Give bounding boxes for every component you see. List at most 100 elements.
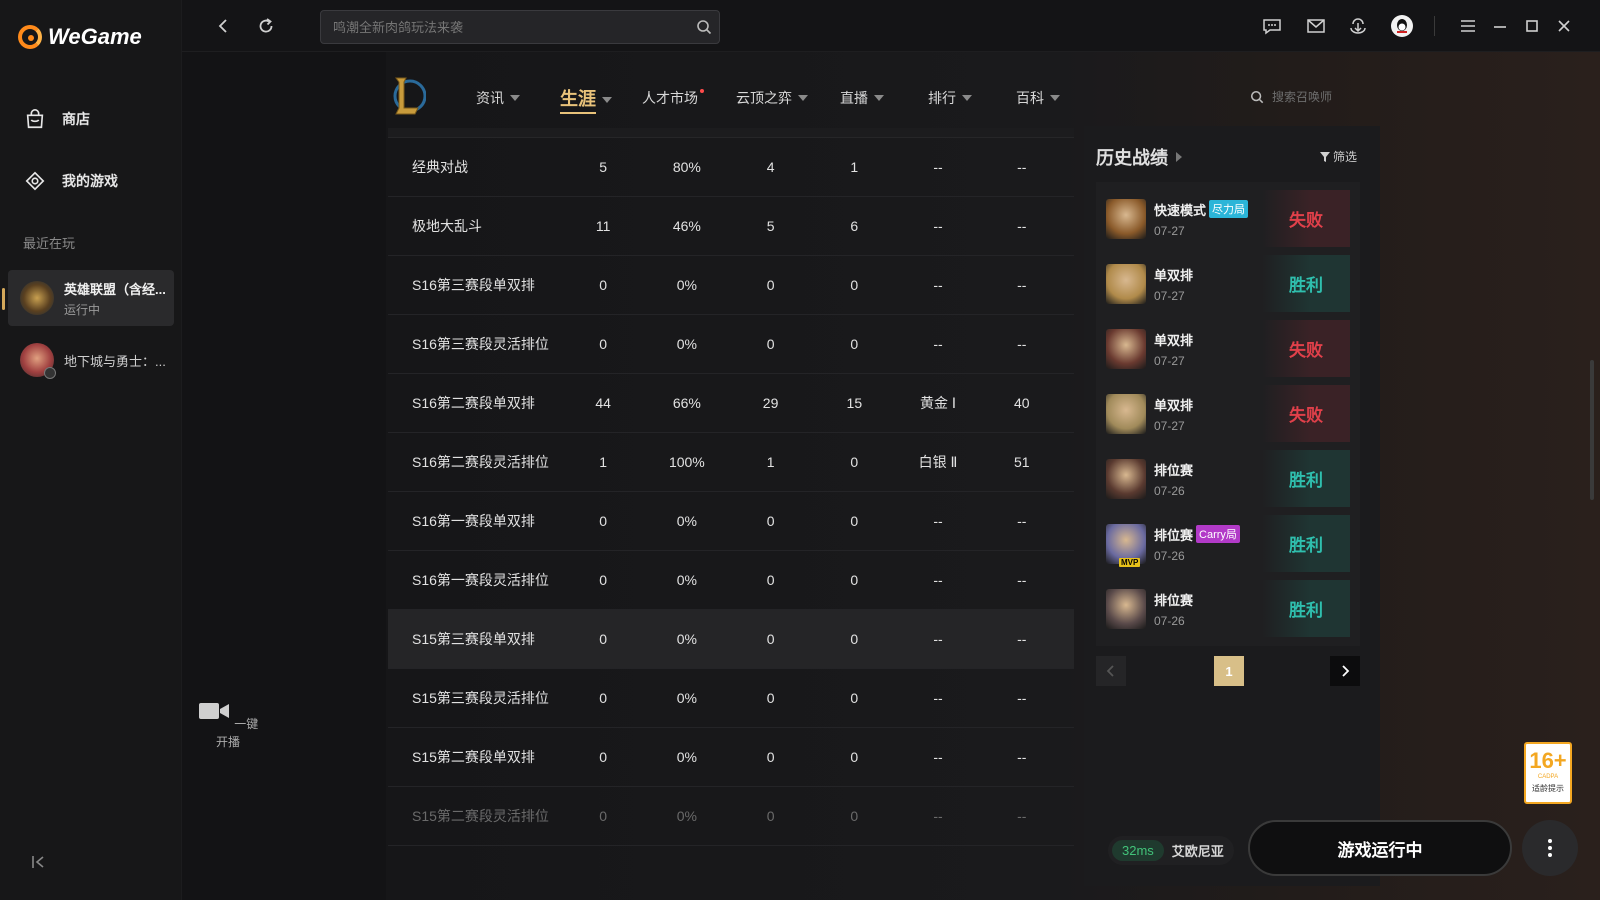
chevron-down-icon: [962, 95, 972, 101]
game-running-button[interactable]: 游戏运行中: [1248, 820, 1512, 876]
row-games: 0: [599, 336, 608, 352]
table-row[interactable]: S15第三赛段单双排 0 0% 0 0 -- --: [388, 610, 1074, 669]
match-date: 07-26: [1154, 613, 1185, 628]
age-rating-badge[interactable]: 16+ CADPA 适龄提示: [1524, 742, 1572, 804]
chevron-down-icon: [602, 96, 612, 103]
match-item[interactable]: 排位赛 07-26 胜利: [1106, 450, 1350, 507]
sidebar-item-my-games[interactable]: 我的游戏: [24, 170, 118, 192]
back-button[interactable]: [210, 12, 238, 40]
match-result: 胜利: [1262, 580, 1350, 637]
minimize-icon: [1494, 26, 1506, 28]
tab-label: 云顶之弈: [736, 90, 792, 106]
match-date: 07-27: [1154, 288, 1185, 303]
match-date: 07-27: [1154, 223, 1185, 238]
row-rank: --: [933, 218, 943, 234]
match-history-panel: 历史战绩 筛选 快速模式 尽力局 07-27 失败 单双排 07-27 胜利 单双排 07-27…: [1084, 126, 1380, 886]
server-status[interactable]: 32ms 艾欧尼亚: [1108, 836, 1234, 865]
downloads-button[interactable]: [1344, 12, 1372, 40]
more-options-button[interactable]: [1522, 820, 1578, 876]
tab-ranking[interactable]: 排行: [928, 88, 972, 108]
one-click-stream-button[interactable]: 一键开播: [192, 700, 264, 751]
match-item[interactable]: 单双排 07-27 失败: [1106, 320, 1350, 377]
match-date: 07-27: [1154, 418, 1185, 433]
summoner-search[interactable]: 搜索召唤师: [1250, 88, 1332, 105]
match-result: 失败: [1262, 385, 1350, 442]
search-icon[interactable]: [696, 19, 712, 35]
row-games: 11: [595, 218, 611, 234]
close-button[interactable]: [1550, 12, 1578, 40]
collapse-sidebar-icon[interactable]: [30, 854, 46, 870]
row-losses: 0: [850, 277, 859, 293]
match-info: 单双排 07-27: [1154, 330, 1193, 368]
sidebar: WeGame 商店 我的游戏 最近在玩 英雄联盟（含经... 运行中 地下城与勇…: [0, 0, 182, 900]
title-bar: [182, 0, 1600, 52]
tab-news[interactable]: 资讯: [476, 88, 520, 108]
prev-page-button[interactable]: [1096, 656, 1126, 686]
row-points: --: [1017, 572, 1027, 588]
lol-logo-icon[interactable]: [390, 74, 426, 116]
tab-tft[interactable]: 云顶之弈: [736, 88, 808, 108]
table-row[interactable]: S16第二赛段单双排 44 66% 29 15 黄金 Ⅰ 40: [388, 374, 1074, 433]
match-item[interactable]: 快速模式 尽力局 07-27 失败: [1106, 190, 1350, 247]
chevron-down-icon: [510, 95, 520, 101]
filter-label: 筛选: [1333, 150, 1358, 164]
match-item[interactable]: 单双排 07-27 失败: [1106, 385, 1350, 442]
messages-button[interactable]: [1258, 12, 1286, 40]
table-row[interactable]: S16第一赛段单双排 0 0% 0 0 -- --: [388, 492, 1074, 551]
refresh-button[interactable]: [252, 12, 280, 40]
stream-strip: 一键开播: [182, 52, 386, 900]
tab-label: 生涯: [560, 85, 596, 114]
filter-button[interactable]: 筛选: [1320, 148, 1357, 165]
page-number-button[interactable]: 1: [1214, 656, 1244, 686]
match-list: 快速模式 尽力局 07-27 失败 单双排 07-27 胜利 单双排 07-27 失败 单双排 07-…: [1096, 182, 1360, 646]
match-item[interactable]: 排位赛 07-26 胜利: [1106, 580, 1350, 637]
sidebar-item-shop[interactable]: 商店: [24, 108, 90, 130]
row-losses: 0: [850, 749, 859, 765]
match-history-title[interactable]: 历史战绩: [1096, 144, 1182, 170]
row-rank: --: [933, 749, 943, 765]
global-search-input[interactable]: [320, 10, 720, 44]
table-row[interactable]: S15第二赛段单双排 0 0% 0 0 -- --: [388, 728, 1074, 787]
dnf-game-icon: [20, 343, 56, 379]
recent-game-lol[interactable]: 英雄联盟（含经... 运行中: [2, 270, 174, 326]
match-item[interactable]: 单双排 07-27 胜利: [1106, 255, 1350, 312]
row-points: --: [1017, 808, 1027, 824]
mail-button[interactable]: [1302, 12, 1330, 40]
filter-funnel-icon: [1320, 151, 1330, 162]
wegame-logo-icon: [18, 25, 42, 49]
match-tag: Carry局: [1196, 525, 1240, 543]
wegame-logo[interactable]: WeGame: [18, 24, 142, 50]
table-row[interactable]: S16第一赛段灵活排位 0 0% 0 0 -- --: [388, 551, 1074, 610]
row-wins: 0: [766, 336, 775, 352]
table-row[interactable]: S15第三赛段灵活排位 0 0% 0 0 -- --: [388, 669, 1074, 728]
qq-avatar-icon: [1391, 15, 1413, 37]
maximize-icon: [1526, 20, 1538, 32]
table-row[interactable]: 经典对战 5 80% 4 1 -- --: [388, 138, 1074, 197]
tab-talent-market[interactable]: 人才市场: [642, 88, 704, 108]
tab-career[interactable]: 生涯: [560, 85, 612, 114]
table-row[interactable]: S16第三赛段灵活排位 0 0% 0 0 -- --: [388, 315, 1074, 374]
champion-avatar: [1106, 263, 1146, 304]
tab-live[interactable]: 直播: [840, 88, 884, 108]
table-row[interactable]: S16第三赛段单双排 0 0% 0 0 -- --: [388, 256, 1074, 315]
match-mode: 单双排: [1154, 330, 1193, 349]
maximize-button[interactable]: [1518, 12, 1546, 40]
table-row[interactable]: S16第二赛段灵活排位 1 100% 1 0 白银 Ⅱ 51: [388, 433, 1074, 492]
notification-dot: [700, 89, 704, 93]
minimize-button[interactable]: [1486, 12, 1514, 40]
table-row[interactable]: S15第二赛段灵活排位 0 0% 0 0 -- --: [388, 787, 1074, 846]
match-info: 快速模式 尽力局 07-27: [1154, 200, 1249, 238]
recent-game-dnf[interactable]: 地下城与勇士：...: [8, 332, 174, 388]
menu-button[interactable]: [1454, 12, 1482, 40]
row-rank: --: [933, 277, 943, 293]
scrollbar-thumb[interactable]: [1590, 360, 1594, 500]
tab-label: 资讯: [476, 90, 504, 106]
row-wins: 0: [766, 808, 775, 824]
tab-wiki[interactable]: 百科: [1016, 88, 1060, 108]
mail-icon: [1307, 19, 1325, 33]
row-games: 0: [599, 749, 608, 765]
next-page-button[interactable]: [1330, 656, 1360, 686]
table-row[interactable]: 极地大乱斗 11 46% 5 6 -- --: [388, 197, 1074, 256]
match-item[interactable]: MVP 排位赛 Carry局 07-26 胜利: [1106, 515, 1350, 572]
user-avatar-button[interactable]: [1388, 12, 1416, 40]
